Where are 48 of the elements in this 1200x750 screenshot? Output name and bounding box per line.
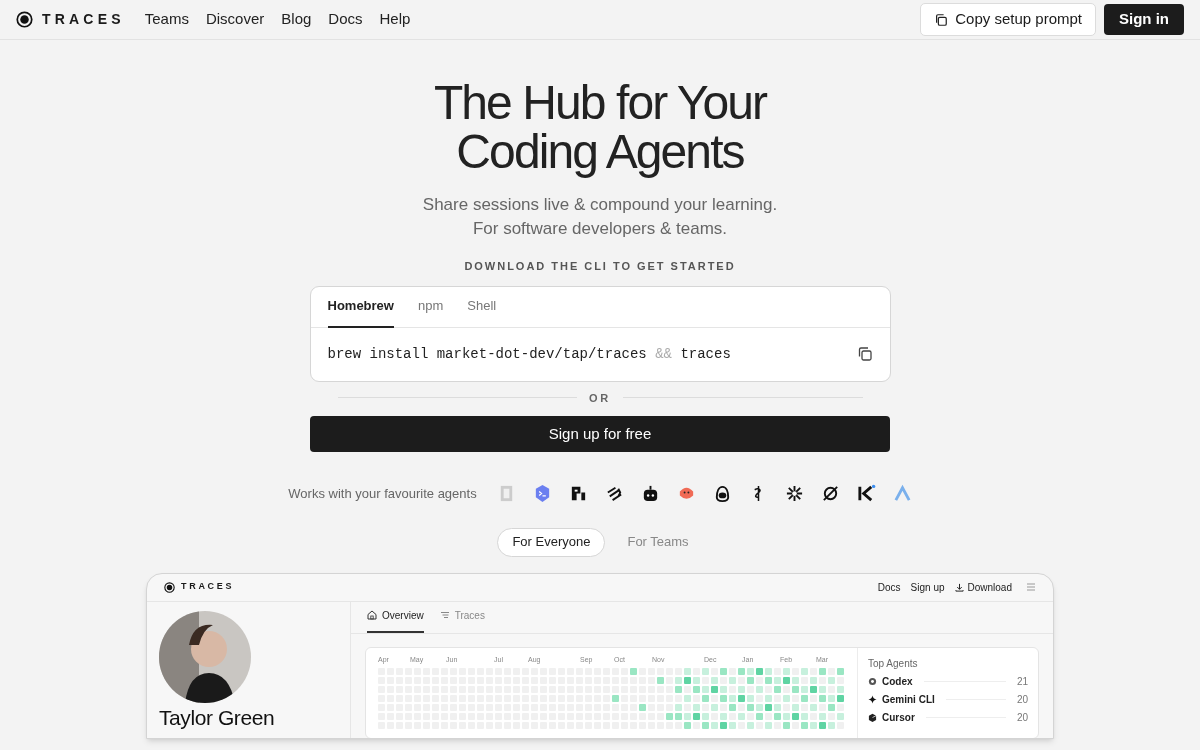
audience-tab[interactable]: For Everyone [497,527,606,557]
install-tab[interactable]: Shell [467,286,497,328]
brand-name[interactable]: TRACES [42,9,125,30]
agent-count: 20 [1016,692,1028,707]
install-tab[interactable]: Homebrew [327,286,394,328]
home-icon [367,610,377,620]
menu-icon [1026,582,1036,592]
hero-subtitle: For software developers & teams. [472,218,728,240]
preview-tab[interactable]: Overview [367,607,424,633]
hero-subtitle: Share sessions live & compound your learning. [422,194,778,216]
agent-name: Gemini CLI [882,692,935,707]
panel-title: Top Agents [868,656,919,671]
nav-link[interactable]: Discover [205,8,265,31]
sign-up-button[interactable]: Sign up for free [310,416,890,452]
install-command: brew install market-dot-dev/tap/traces && traces [327,344,731,364]
logo-icon [164,581,175,593]
agent-icon [820,484,840,504]
agent-count: 21 [1016,674,1028,689]
copy-prompt-button[interactable]: Copy setup prompt [920,3,1096,36]
nav-link[interactable]: Blog [281,8,312,31]
nav-link[interactable]: Help [379,8,411,31]
agent-icon [856,484,876,504]
profile-name: Taylor Green [159,705,276,730]
install-tab[interactable]: npm [417,286,444,328]
agent-count: 20 [1016,710,1028,725]
agent-name: Codex [882,674,913,689]
brand-name: TRACES [181,580,235,594]
preview-tab[interactable]: Traces [439,607,485,633]
divider-label: OR [589,390,611,406]
nav-link[interactable]: Teams [144,8,189,31]
preview-nav-link[interactable]: Sign up [910,579,945,595]
hero-title: Coding Agents [456,127,744,176]
copy-command-button[interactable] [856,346,873,362]
preview-nav-link[interactable]: Docs [877,579,901,595]
preview-nav-link[interactable]: Download [954,579,1012,595]
agent-name: Cursor [882,710,915,725]
download-icon [954,582,964,592]
nav-link[interactable]: Docs [328,8,363,31]
agents-label: Works with your favourite agents [288,485,477,503]
sign-in-button[interactable]: Sign in [1104,4,1184,35]
hero-title: The Hub for Your [433,78,767,127]
list-icon [439,610,450,620]
copy-icon [934,12,949,27]
section-label: DOWNLOAD THE CLI TO GET STARTED [464,259,736,274]
agent-icon [868,712,877,722]
copy-icon [856,346,873,362]
logo-icon [16,11,33,28]
agent-icon [784,484,804,504]
